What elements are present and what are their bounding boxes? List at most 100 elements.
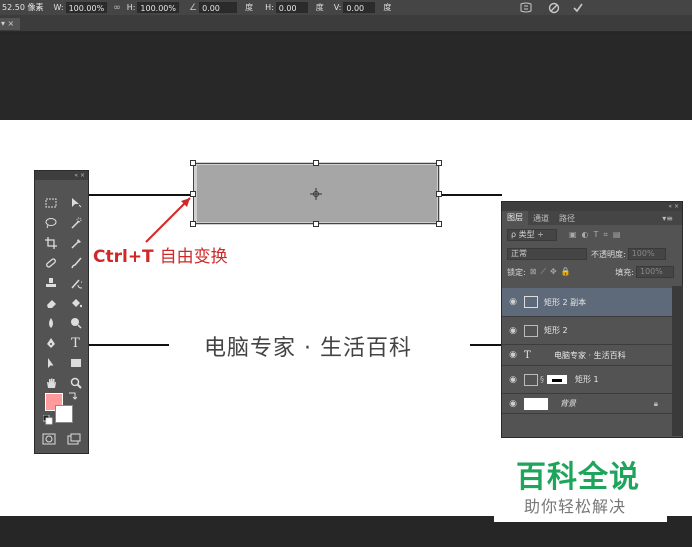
screen-mode-icon[interactable] (67, 433, 81, 445)
opacity-label: 不透明度: (591, 249, 626, 259)
transform-handle-top[interactable] (313, 160, 319, 166)
document-tab-bar: ▾ × (0, 15, 692, 32)
width-field[interactable]: 100.00% (65, 2, 108, 13)
annotation-text: 自由变换 (159, 247, 228, 267)
link-chain-icon: § (540, 375, 544, 384)
panel-menu-icon[interactable]: ▾≡ (657, 214, 678, 223)
quick-select-icon[interactable] (63, 213, 88, 233)
transform-handle-right[interactable] (436, 191, 442, 197)
pen-icon[interactable] (38, 333, 63, 353)
lock-icons[interactable]: ⊠⟋✥🔒 (530, 267, 575, 277)
layer-row-rect2[interactable]: ◉ 矩形 2 (502, 317, 672, 345)
layer-name: 背景 (560, 399, 576, 408)
marquee-icon[interactable] (38, 193, 63, 213)
shape-layer-thumb-icon (524, 296, 538, 308)
eraser-icon[interactable] (38, 293, 63, 313)
background-color-swatch[interactable] (55, 405, 73, 423)
history-brush-icon[interactable] (63, 273, 88, 293)
angle-field[interactable]: 0.00 (199, 2, 238, 13)
lasso-icon[interactable] (38, 213, 63, 233)
healing-icon[interactable] (38, 253, 63, 273)
watermark: 百科全说 助你轻松解决 (494, 438, 667, 522)
tools-panel-header[interactable]: « × (35, 171, 88, 180)
blend-row: 正常 不透明度: 100% (502, 245, 682, 263)
layer-filter-select[interactable]: ρ 类型 ÷ (507, 229, 557, 241)
layer-name: 电脑专家 · 生活百科 (554, 350, 626, 360)
transform-handle-top-right[interactable] (436, 160, 442, 166)
x-position-value[interactable]: 52.50 像素 (0, 2, 46, 13)
dodge-icon[interactable] (63, 313, 88, 333)
crop-icon[interactable] (38, 233, 63, 253)
hskew-field[interactable]: 0.00 (275, 2, 308, 13)
eyedropper-icon[interactable] (63, 233, 88, 253)
transform-center-icon[interactable] (310, 188, 322, 200)
layer-row-background[interactable]: ◉ 背景 🔒︎ (502, 394, 672, 414)
link-icon[interactable]: ∞ (113, 3, 121, 13)
visibility-eye-icon[interactable]: ◉ (502, 326, 524, 336)
layers-scrollbar[interactable] (672, 286, 683, 436)
lock-row: 锁定: ⊠⟋✥🔒 填充: 100% (502, 263, 682, 281)
text-layer-icon: T (524, 349, 531, 361)
angle-icon: ∠ (189, 2, 198, 13)
shape-layer-thumb-icon (524, 373, 538, 386)
blur-icon[interactable] (38, 313, 63, 333)
document-tab[interactable]: ▾ × (0, 18, 20, 30)
commit-check-icon[interactable] (572, 0, 584, 15)
visibility-eye-icon[interactable]: ◉ (502, 350, 524, 360)
watermark-title: 百科全说 (516, 460, 640, 495)
right-line-bottom (470, 344, 502, 346)
path-select-icon[interactable] (38, 353, 63, 373)
vskew-field[interactable]: 0.00 (343, 2, 376, 13)
vskew-unit: 度 (383, 3, 392, 12)
warp-icon[interactable] (519, 0, 533, 15)
layers-panel-header[interactable]: « × (502, 202, 682, 211)
visibility-eye-icon[interactable]: ◉ (502, 297, 524, 307)
vskew-label: V: (333, 3, 342, 12)
layer-row-text[interactable]: ◉ T 电脑专家 · 生活百科 (502, 345, 672, 366)
fill-field[interactable]: 100% (636, 266, 674, 278)
zoom-icon[interactable] (63, 373, 88, 393)
layer-filter-row: ρ 类型 ÷ ▣◐T⌗▤ (502, 225, 682, 245)
right-line-top (440, 194, 502, 196)
tab-channels[interactable]: 通道 (528, 213, 554, 224)
visibility-eye-icon[interactable]: ◉ (502, 399, 524, 409)
workspace-background (0, 33, 692, 120)
lock-icon: 🔒︎ (653, 398, 658, 408)
layer-row-rect2-copy[interactable]: ◉ 矩形 2 副本 (502, 288, 672, 317)
visibility-eye-icon[interactable]: ◉ (502, 375, 524, 385)
background-thumb (524, 397, 548, 410)
cancel-icon[interactable] (548, 0, 560, 15)
tab-paths[interactable]: 路径 (554, 213, 580, 224)
shape-icon[interactable] (63, 353, 88, 373)
transform-handle-bottom-right[interactable] (436, 221, 442, 227)
height-field[interactable]: 100.00% (137, 2, 179, 13)
transform-handle-top-left[interactable] (190, 160, 196, 166)
layer-row-rect1[interactable]: ◉ § 矩形 1 (502, 366, 672, 394)
layer-name: 矩形 2 (544, 326, 568, 335)
layer-name: 矩形 2 副本 (544, 297, 587, 307)
filter-type-icons[interactable]: ▣◐T⌗▤ (569, 230, 626, 240)
annotation-arrow-icon (145, 197, 191, 243)
quick-mask-icon[interactable] (42, 433, 56, 445)
transform-handle-bottom[interactable] (313, 221, 319, 227)
move-icon[interactable] (63, 193, 88, 213)
default-colors-icon[interactable] (43, 415, 53, 425)
type-icon[interactable]: T (63, 333, 88, 353)
hskew-unit: 度 (315, 3, 324, 12)
watermark-subtitle: 助你轻松解决 (524, 497, 627, 516)
brush-icon[interactable] (63, 253, 88, 273)
w-label: W: (53, 3, 64, 12)
angle-unit: 度 (245, 3, 254, 12)
tab-layers[interactable]: 图层 (502, 211, 528, 225)
hand-icon[interactable] (38, 373, 63, 393)
blend-mode-select[interactable]: 正常 (507, 248, 587, 260)
layers-panel: « × 图层 通道 路径 ▾≡ ρ 类型 ÷ ▣◐T⌗▤ 正常 不透明度: 10… (501, 201, 683, 438)
annotation-label: Ctrl+T 自由变换 (93, 242, 228, 267)
swap-colors-icon[interactable] (67, 391, 77, 401)
layer-name: 矩形 1 (575, 375, 599, 384)
stamp-icon[interactable] (38, 273, 63, 293)
layers-panel-tabs: 图层 通道 路径 ▾≡ (502, 211, 682, 225)
opacity-field[interactable]: 100% (627, 248, 666, 260)
paint-bucket-icon[interactable] (63, 293, 88, 313)
tools-panel: « × T (34, 170, 89, 454)
